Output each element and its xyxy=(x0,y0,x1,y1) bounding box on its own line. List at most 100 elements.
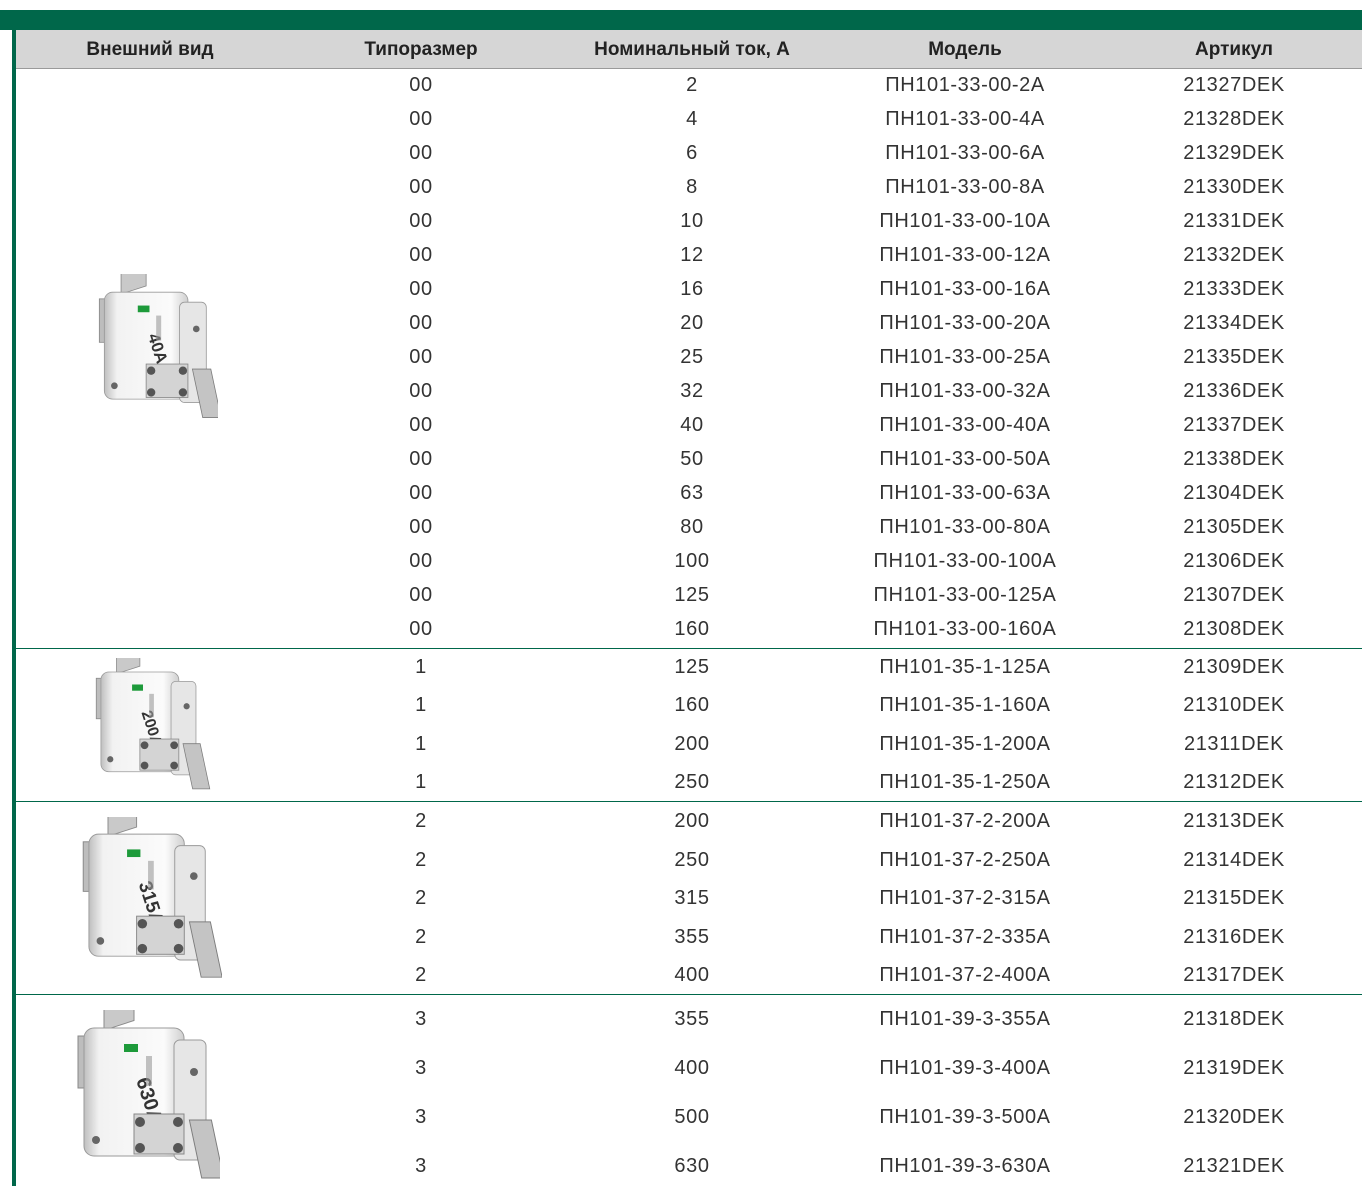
model-cell: ПН101-39-3-400А xyxy=(879,1057,1051,1079)
size-cell: 2 xyxy=(415,887,427,909)
current-cell: 200 xyxy=(674,732,710,755)
size-cell: 2 xyxy=(415,810,427,832)
article-cell: 21306DEK xyxy=(1183,550,1285,572)
current-cell: 160 xyxy=(674,694,710,717)
size-cell: 00 xyxy=(409,210,433,232)
model-cell: ПН101-33-00-50А xyxy=(879,448,1051,470)
current-cell: 315 xyxy=(674,887,710,909)
model-cell: ПН101-33-00-2А xyxy=(885,74,1045,96)
size-cell: 3 xyxy=(415,1008,427,1030)
model-cell: ПН101-33-00-100А xyxy=(873,550,1057,572)
size-cell: 1 xyxy=(415,694,427,717)
article-cell: 21320DEK xyxy=(1183,1106,1285,1128)
model-cell: ПН101-33-00-6А xyxy=(885,142,1045,164)
size-cell: 3 xyxy=(415,1155,427,1177)
size-cell: 00 xyxy=(409,244,433,266)
model-cell: ПН101-33-00-12А xyxy=(879,244,1051,266)
model-cell: ПН101-35-1-200А xyxy=(879,732,1051,755)
table-row: 00 63 ПН101-33-00-63А 21304DEK xyxy=(16,482,1362,506)
article-cell: 21334DEK xyxy=(1183,312,1285,334)
current-cell: 6 xyxy=(686,142,698,164)
table-row: 00 50 ПН101-33-00-50А 21338DEK xyxy=(16,448,1362,472)
article-cell: 21319DEK xyxy=(1183,1057,1285,1079)
size-cell: 3 xyxy=(415,1057,427,1079)
model-cell: ПН101-33-00-160А xyxy=(873,618,1057,640)
table-row: 00 4 ПН101-33-00-4А 21328DEK xyxy=(16,108,1362,132)
model-cell: ПН101-39-3-355А xyxy=(879,1008,1051,1030)
size-cell: 00 xyxy=(409,584,433,606)
table-row: 00 80 ПН101-33-00-80А 21305DEK xyxy=(16,516,1362,540)
model-cell: ПН101-33-00-25А xyxy=(879,346,1051,368)
current-cell: 355 xyxy=(674,1008,710,1030)
article-cell: 21310DEK xyxy=(1183,694,1285,717)
article-cell: 21316DEK xyxy=(1183,925,1285,948)
size-cell: 1 xyxy=(415,656,427,678)
model-cell: ПН101-37-2-250А xyxy=(879,848,1051,871)
article-cell: 21327DEK xyxy=(1183,74,1285,96)
article-cell: 21304DEK xyxy=(1183,482,1285,504)
model-cell: ПН101-35-1-160А xyxy=(879,694,1051,717)
model-cell: ПН101-33-00-80А xyxy=(879,516,1051,538)
model-cell: ПН101-33-00-63А xyxy=(879,482,1051,504)
current-cell: 125 xyxy=(674,656,710,678)
size-cell: 1 xyxy=(415,732,427,755)
article-cell: 21317DEK xyxy=(1183,964,1285,986)
table-row: 00 2 ПН101-33-00-2А 21327DEK xyxy=(16,74,1362,98)
current-cell: 125 xyxy=(674,584,710,606)
current-cell: 400 xyxy=(674,964,710,986)
size-cell: 00 xyxy=(409,74,433,96)
model-cell: ПН101-33-00-125А xyxy=(873,584,1057,606)
size-cell: 00 xyxy=(409,618,433,640)
table-row: 00 8 ПН101-33-00-8А 21330DEK xyxy=(16,176,1362,200)
current-cell: 12 xyxy=(680,244,704,266)
model-cell: ПН101-33-00-32А xyxy=(879,380,1051,402)
size-cell: 00 xyxy=(409,448,433,470)
size-cell: 00 xyxy=(409,516,433,538)
model-cell: ПН101-33-00-10А xyxy=(879,210,1051,232)
size-cell: 00 xyxy=(409,346,433,368)
model-cell: ПН101-35-1-125А xyxy=(879,656,1051,678)
model-cell: ПН101-39-3-500А xyxy=(879,1106,1051,1128)
model-cell: ПН101-33-00-8А xyxy=(885,176,1045,198)
fuse-image: 315A xyxy=(76,817,222,981)
article-cell: 21312DEK xyxy=(1183,771,1285,794)
size-cell: 00 xyxy=(409,550,433,572)
article-cell: 21330DEK xyxy=(1183,176,1285,198)
article-cell: 21314DEK xyxy=(1183,848,1285,871)
model-cell: ПН101-33-00-4А xyxy=(885,108,1045,130)
model-cell: ПН101-33-00-16А xyxy=(879,278,1051,300)
current-cell: 25 xyxy=(680,346,704,368)
current-cell: 4 xyxy=(686,108,698,130)
article-cell: 21308DEK xyxy=(1183,618,1285,640)
article-cell: 21305DEK xyxy=(1183,516,1285,538)
article-cell: 21313DEK xyxy=(1183,810,1285,832)
model-cell: ПН101-33-00-20А xyxy=(879,312,1051,334)
header-article: Артикул xyxy=(1195,39,1273,60)
model-cell: ПН101-37-2-400А xyxy=(879,964,1051,986)
article-cell: 21318DEK xyxy=(1183,1008,1285,1030)
current-cell: 250 xyxy=(674,848,710,871)
size-cell: 00 xyxy=(409,380,433,402)
current-cell: 40 xyxy=(680,414,704,436)
article-cell: 21332DEK xyxy=(1183,244,1285,266)
size-cell: 1 xyxy=(415,771,427,794)
size-cell: 00 xyxy=(409,176,433,198)
current-cell: 20 xyxy=(680,312,704,334)
article-cell: 21309DEK xyxy=(1183,656,1285,678)
size-cell: 00 xyxy=(409,142,433,164)
top-margin xyxy=(0,0,1362,10)
article-cell: 21337DEK xyxy=(1183,414,1285,436)
article-cell: 21315DEK xyxy=(1183,887,1285,909)
current-cell: 16 xyxy=(680,278,704,300)
article-cell: 21328DEK xyxy=(1183,108,1285,130)
size-cell: 2 xyxy=(415,848,427,871)
article-cell: 21329DEK xyxy=(1183,142,1285,164)
article-cell: 21311DEK xyxy=(1183,732,1285,755)
current-cell: 400 xyxy=(674,1057,710,1079)
article-cell: 21335DEK xyxy=(1183,346,1285,368)
header-size: Типоразмер xyxy=(364,39,478,60)
model-cell: ПН101-37-2-315А xyxy=(879,887,1051,909)
size-cell: 00 xyxy=(409,482,433,504)
table-row: 00 160 ПН101-33-00-160А 21308DEK xyxy=(16,618,1362,642)
model-cell: ПН101-35-1-250А xyxy=(879,771,1051,794)
